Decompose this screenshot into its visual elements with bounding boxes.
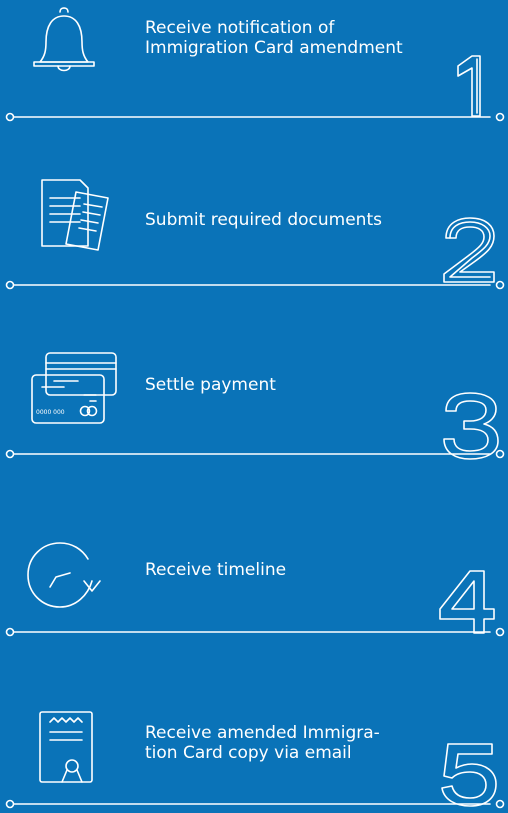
step-2-label: Submit required documents — [145, 210, 382, 230]
step-4-label: Receive timeline — [145, 560, 287, 580]
step-5-label: Receive amended Immigra- tion Card copy … — [145, 723, 380, 763]
step-4-divider — [5, 627, 505, 637]
step-5: Receive amended Immigra- tion Card copy … — [0, 700, 508, 813]
step-2: Submit required documents — [0, 160, 508, 300]
documents-icon — [41, 179, 109, 251]
step-2-number — [443, 217, 495, 283]
step-2-divider — [5, 280, 505, 290]
step-1: Receive notification of Immigration Card… — [0, 0, 508, 130]
step-1-divider — [5, 112, 505, 122]
bell-icon — [33, 7, 95, 72]
step-3: 0000 000 Settle payment — [0, 345, 508, 475]
credit-cards-icon: 0000 000 — [31, 352, 117, 424]
step-4: Receive timeline — [0, 525, 508, 645]
step-3-label: Settle payment — [145, 375, 276, 395]
certificate-icon — [39, 711, 93, 783]
card-number-text: 0000 000 — [36, 409, 65, 416]
step-1-label: Receive notification of Immigration Card… — [145, 18, 403, 58]
step-5-divider — [5, 799, 505, 809]
step-3-divider — [5, 449, 505, 459]
clock-refresh-icon — [27, 542, 101, 608]
